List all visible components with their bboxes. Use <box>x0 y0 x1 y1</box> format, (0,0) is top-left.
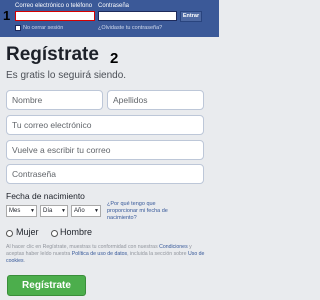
password-input[interactable]: Contraseña <box>6 164 204 184</box>
page-subtitle: Es gratis lo seguirá siendo. <box>6 70 127 81</box>
login-button[interactable]: Entrar <box>180 11 202 22</box>
male-radio[interactable] <box>51 230 58 237</box>
remember-checkbox[interactable] <box>15 25 21 31</box>
year-select[interactable]: Año ▼ <box>71 205 101 217</box>
remember-label: No cerrar sesión <box>23 25 64 31</box>
month-select[interactable]: Mes ▼ <box>6 205 37 217</box>
email-label: Correo electrónico o teléfono <box>15 3 93 9</box>
female-label: Mujer <box>16 227 39 237</box>
terms-text: Al hacer clic en Regístrate, muestras tu… <box>6 244 211 265</box>
last-name-input[interactable]: Apellidos <box>107 90 204 110</box>
top-bar: Correo electrónico o teléfono Contraseña… <box>0 0 219 37</box>
chevron-down-icon: ▼ <box>30 208 35 214</box>
first-name-input[interactable]: Nombre <box>6 90 103 110</box>
female-radio[interactable] <box>6 230 13 237</box>
email-confirm-input[interactable]: Vuelve a escribir tu correo <box>6 140 204 160</box>
page-title: Regístrate <box>6 44 99 65</box>
year-select-value: Año <box>74 208 85 214</box>
login-password-input[interactable] <box>98 11 177 21</box>
day-select[interactable]: Día ▼ <box>40 205 68 217</box>
forgot-password-link[interactable]: ¿Olvidaste tu contraseña? <box>98 25 162 31</box>
password-label: Contraseña <box>98 3 130 9</box>
chevron-down-icon: ▼ <box>94 208 99 214</box>
login-email-input[interactable] <box>15 11 95 21</box>
why-birthday-link[interactable]: ¿Por qué tengo que proporcionar mi fecha… <box>107 201 177 222</box>
month-select-value: Mes <box>9 208 21 214</box>
male-label: Hombre <box>60 227 93 237</box>
birthday-label: Fecha de nacimiento <box>6 191 85 201</box>
terms-prefix: Al hacer clic en Regístrate, muestras tu… <box>6 244 160 250</box>
terms-middle2: , incluida la sección sobre <box>127 251 188 257</box>
data-policy-link[interactable]: Política de uso de datos <box>72 251 127 257</box>
email-input[interactable]: Tu correo electrónico <box>6 115 204 135</box>
signup-button[interactable]: Regístrate <box>7 275 86 296</box>
annotation-number-1: 1 <box>3 8 11 23</box>
annotation-number-2: 2 <box>110 50 119 67</box>
chevron-down-icon: ▼ <box>61 208 66 214</box>
terms-suffix: . <box>23 258 26 264</box>
day-select-value: Día <box>43 208 53 214</box>
conditions-link[interactable]: Condiciones <box>159 244 188 250</box>
